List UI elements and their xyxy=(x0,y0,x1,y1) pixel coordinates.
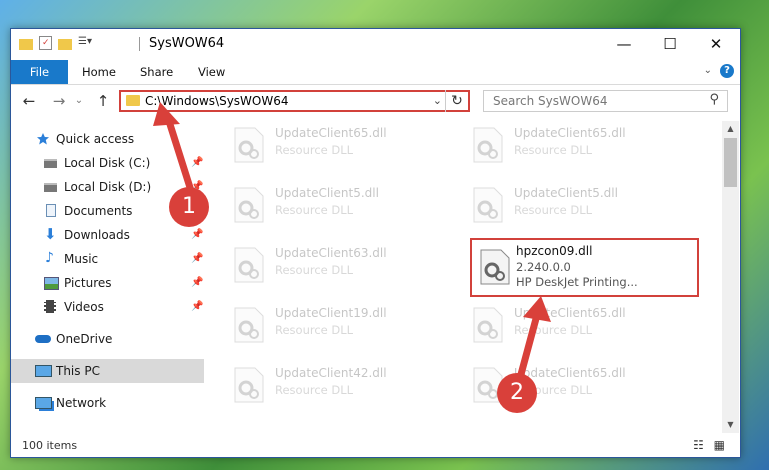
annotation-arrowhead-2 xyxy=(523,296,551,322)
annotation-badge-2: 2 xyxy=(497,373,537,413)
annotation-arrowhead-1 xyxy=(153,102,180,126)
annotation-badge-1: 1 xyxy=(169,187,209,227)
annotation-arrow-1 xyxy=(164,114,197,201)
annotation-arrows xyxy=(153,102,551,382)
annotation-arrow-2 xyxy=(516,311,541,382)
